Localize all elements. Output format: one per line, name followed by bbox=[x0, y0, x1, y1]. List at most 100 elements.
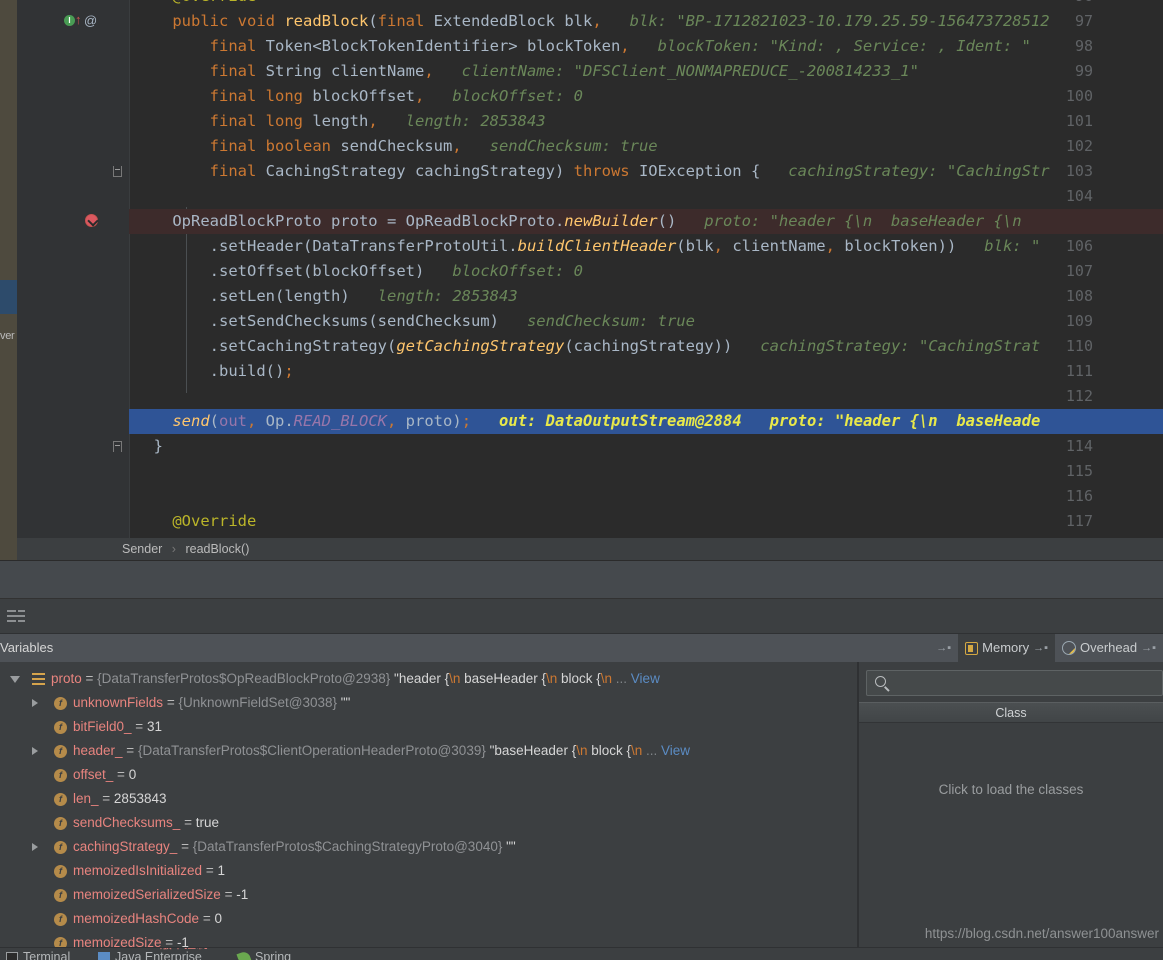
code-token: out: DataOutputStream@2884 proto: "heade… bbox=[471, 412, 1041, 430]
code-line[interactable]: .setOffset(blockOffset) blockOffset: 0 bbox=[129, 259, 1163, 284]
code-line[interactable]: .build(); bbox=[129, 359, 1163, 384]
variable-row[interactable]: f offset_ = 0 bbox=[0, 763, 857, 787]
code-line[interactable]: public void readBlock(final ExtendedBloc… bbox=[129, 9, 1163, 34]
code-token: cachingStrategy bbox=[573, 337, 714, 355]
pin-icon[interactable]: →▪ bbox=[1141, 634, 1156, 662]
pin-icon[interactable]: →▪ bbox=[1033, 634, 1048, 662]
status-item-java-enterprise[interactable]: Java Enterprise bbox=[98, 950, 202, 960]
variable-row[interactable]: f len_ = 2853843 bbox=[0, 787, 857, 811]
layout-settings-icon[interactable] bbox=[7, 609, 25, 623]
code-token: boolean bbox=[265, 137, 341, 155]
view-link[interactable]: View bbox=[631, 671, 660, 686]
variable-name: bitField0_ bbox=[73, 719, 132, 734]
code-line[interactable]: @Override bbox=[129, 0, 1163, 9]
memory-panel[interactable]: Class Click to load the classes https://… bbox=[859, 662, 1163, 947]
memory-column-header-class[interactable]: Class bbox=[859, 702, 1163, 723]
at-marker[interactable]: @ bbox=[84, 13, 97, 28]
variable-equals: = bbox=[163, 695, 179, 710]
code-line[interactable]: .setHeader(DataTransferProtoUtil.buildCl… bbox=[129, 234, 1163, 259]
code-line[interactable]: @Override bbox=[129, 509, 1163, 534]
variable-row[interactable]: f unknownFields = {UnknownFieldSet@3038} … bbox=[0, 691, 857, 715]
debug-panes-header[interactable]: Variables →▪ Memory →▪ Overhead →▪ bbox=[0, 634, 1163, 662]
status-item-terminal[interactable]: Terminal bbox=[6, 950, 70, 960]
variable-row[interactable]: f header_ = {DataTransferProtos$ClientOpe… bbox=[0, 739, 857, 763]
code-token: sendChecksum: true bbox=[498, 312, 695, 330]
code-line[interactable]: send(out, Op.READ_BLOCK, proto); out: Da… bbox=[129, 409, 1163, 434]
editor-left-strip[interactable]: ver bbox=[0, 0, 17, 560]
code-line[interactable] bbox=[129, 384, 1163, 409]
breadcrumb[interactable]: Sender › readBlock() bbox=[17, 538, 1163, 560]
tab-variables[interactable]: Variables bbox=[0, 634, 53, 662]
tab-memory-label: Memory bbox=[982, 640, 1030, 655]
code-token: )) bbox=[937, 237, 957, 255]
variable-row[interactable]: f cachingStrategy_ = {DataTransferProtos$… bbox=[0, 835, 857, 859]
variables-panel[interactable]: proto = {DataTransferProtos$OpReadBlockP… bbox=[0, 662, 857, 947]
debug-right-tabs[interactable]: →▪ Memory →▪ Overhead →▪ bbox=[929, 634, 1163, 662]
code-token: blk bbox=[564, 12, 593, 30]
variable-row[interactable]: f memoizedIsInitialized = 1 bbox=[0, 859, 857, 883]
code-line[interactable]: final long length, length: 2853843 bbox=[129, 109, 1163, 134]
code-line[interactable] bbox=[129, 484, 1163, 509]
editor-gutter[interactable] bbox=[17, 0, 129, 560]
code-token: clientName bbox=[330, 62, 425, 80]
breadcrumb-class[interactable]: Sender bbox=[122, 542, 162, 556]
code-line[interactable]: .setSendChecksums(sendChecksum) sendChec… bbox=[129, 309, 1163, 334]
memory-search-input[interactable] bbox=[893, 671, 1158, 695]
variable-value: "" bbox=[340, 695, 351, 710]
tab-pin-placeholder[interactable]: →▪ bbox=[929, 634, 958, 662]
status-bar[interactable]: 版本控制 Terminal Java Enterprise Spring bbox=[0, 947, 1163, 960]
debug-toolbar[interactable] bbox=[0, 598, 1163, 634]
code-editor[interactable]: ver I↑@ 96979899100101102103104105106107… bbox=[0, 0, 1163, 560]
fold-end-marker[interactable] bbox=[113, 441, 122, 452]
code-token: , bbox=[247, 412, 266, 430]
run-to-cursor-arrow[interactable]: ↑ bbox=[75, 13, 82, 26]
expand-arrow-icon[interactable] bbox=[32, 699, 38, 707]
variable-text: sendChecksums_ = true bbox=[73, 811, 219, 835]
memory-search-box[interactable] bbox=[866, 670, 1163, 696]
variable-text: unknownFields = {UnknownFieldSet@3038} "… bbox=[73, 691, 350, 715]
code-line[interactable]: final CachingStrategy cachingStrategy) t… bbox=[129, 159, 1163, 184]
code-line[interactable]: final String clientName, clientName: "DF… bbox=[129, 59, 1163, 84]
variable-row[interactable]: f bitField0_ = 31 bbox=[0, 715, 857, 739]
code-token: blockOffset bbox=[312, 262, 415, 280]
code-line[interactable] bbox=[129, 184, 1163, 209]
code-token: , bbox=[424, 62, 434, 80]
code-line[interactable]: .setCachingStrategy(getCachingStrategy(c… bbox=[129, 334, 1163, 359]
code-token: , bbox=[387, 412, 406, 430]
collapse-arrow-icon[interactable] bbox=[10, 676, 20, 683]
variable-value: "" bbox=[506, 839, 516, 854]
view-link[interactable]: View bbox=[661, 743, 690, 758]
code-token: final bbox=[209, 37, 266, 55]
code-line[interactable]: } bbox=[129, 434, 1163, 459]
variable-row[interactable]: f sendChecksums_ = true bbox=[0, 811, 857, 835]
variable-row[interactable]: f memoizedSize = -1 bbox=[0, 931, 857, 947]
watermark-url: https://blog.csdn.net/answer100answer bbox=[924, 926, 1159, 941]
code-line[interactable]: final Token<BlockTokenIdentifier> blockT… bbox=[129, 34, 1163, 59]
status-item-spring[interactable]: Spring bbox=[236, 949, 291, 960]
code-token: blockToken: "Kind: , Service: , Ident: " bbox=[629, 37, 1031, 55]
override-icon[interactable]: I bbox=[64, 15, 75, 26]
variable-row[interactable]: f memoizedHashCode = 0 bbox=[0, 907, 857, 931]
editor-debug-splitter[interactable] bbox=[0, 560, 1163, 598]
code-line[interactable]: .setLen(length) length: 2853843 bbox=[129, 284, 1163, 309]
expand-arrow-icon[interactable] bbox=[32, 843, 38, 851]
code-line[interactable]: OpReadBlockProto proto = OpReadBlockProt… bbox=[129, 209, 1163, 234]
fold-marker[interactable] bbox=[113, 166, 122, 177]
code-line[interactable]: final boolean sendChecksum, sendChecksum… bbox=[129, 134, 1163, 159]
variable-row[interactable]: f memoizedSerializedSize = -1 bbox=[0, 883, 857, 907]
variable-type: {DataTransferProtos$ClientOperationHeade… bbox=[137, 743, 490, 758]
variable-row[interactable]: proto = {DataTransferProtos$OpReadBlockP… bbox=[0, 667, 857, 691]
expand-arrow-icon[interactable] bbox=[32, 747, 38, 755]
code-line[interactable] bbox=[129, 459, 1163, 484]
escape-seq: \n bbox=[545, 671, 558, 686]
variable-type: {DataTransferProtos$OpReadBlockProto@293… bbox=[97, 671, 395, 686]
tab-memory[interactable]: Memory →▪ bbox=[958, 634, 1055, 662]
code-line[interactable]: final long blockOffset, blockOffset: 0 bbox=[129, 84, 1163, 109]
memory-empty-message[interactable]: Click to load the classes bbox=[859, 782, 1163, 797]
breadcrumb-method[interactable]: readBlock() bbox=[185, 542, 249, 556]
tab-overhead[interactable]: Overhead →▪ bbox=[1055, 634, 1163, 662]
breakpoint-icon[interactable] bbox=[85, 214, 98, 227]
